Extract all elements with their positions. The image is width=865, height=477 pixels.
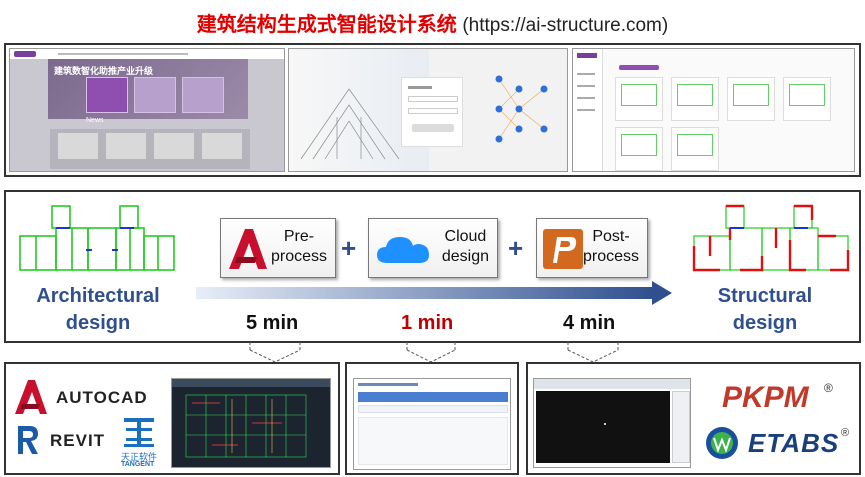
tangent-logo-icon bbox=[124, 418, 154, 447]
banner-headline: 建筑数智化助推产业升级 bbox=[54, 67, 154, 77]
cloud-app-screenshot bbox=[353, 378, 511, 470]
etabs-logo-icon bbox=[706, 427, 738, 459]
title-url: (https://ai-structure.com) bbox=[462, 15, 669, 36]
cloud-label-line1: Cloud bbox=[444, 228, 487, 245]
structural-plan-drawing bbox=[692, 204, 850, 272]
cloud-icon bbox=[377, 237, 429, 263]
autocad-icon bbox=[229, 229, 267, 269]
page-title: 建筑结构生成式智能设计系统 (https://ai-structure.com) bbox=[0, 8, 865, 37]
cloud-design-step: Cloud design bbox=[368, 218, 498, 278]
etabs-registered-mark: ® bbox=[841, 427, 850, 439]
website-navbar bbox=[10, 49, 284, 59]
sidebar bbox=[573, 49, 603, 171]
cloud-design-time: 1 min bbox=[401, 312, 454, 334]
postprocess-label-line2: process bbox=[582, 248, 639, 265]
postprocess-label-line1: Post- bbox=[592, 228, 630, 245]
plus-sign-1: + bbox=[341, 233, 357, 263]
structural-label-line1: Structural bbox=[717, 285, 813, 307]
architectural-label-line1: Architectural bbox=[36, 285, 160, 307]
cloud-design-label: Cloud design bbox=[442, 227, 489, 267]
pkpm-p-icon bbox=[543, 229, 583, 269]
website-home-screenshot: 建筑数智化助推产业升级 News bbox=[9, 48, 285, 172]
website-logo bbox=[14, 51, 36, 57]
etabs-brand: ETABS bbox=[748, 428, 840, 458]
pkpm-registered-mark: ® bbox=[824, 381, 833, 395]
architectural-design-label: Architectural design bbox=[18, 283, 178, 337]
pkpm-brand: PKPM bbox=[722, 381, 809, 414]
cad-drawing-screenshot bbox=[171, 378, 331, 468]
login-screenshot bbox=[288, 48, 568, 172]
postprocess-time: 4 min bbox=[563, 312, 616, 334]
flow-arrow bbox=[196, 287, 654, 299]
autocad-brand: AUTOCAD bbox=[56, 388, 148, 407]
title-chinese: 建筑结构生成式智能设计系统 bbox=[196, 12, 457, 36]
revit-logo-icon bbox=[18, 426, 38, 454]
postprocess-label: Post- process bbox=[583, 227, 639, 267]
preprocess-label: Pre- process bbox=[271, 227, 327, 267]
login-card bbox=[401, 77, 463, 147]
preprocess-step: Pre- process bbox=[220, 218, 336, 278]
structural-label-line2: design bbox=[732, 312, 798, 334]
preprocess-label-line1: Pre- bbox=[283, 228, 315, 245]
analysis-software-screenshot bbox=[533, 378, 691, 468]
news-heading: News bbox=[86, 117, 104, 124]
project-list-screenshot bbox=[572, 48, 855, 172]
flow-arrow-head bbox=[652, 281, 672, 305]
revit-brand: REVIT bbox=[50, 431, 106, 450]
cad-plan-lines bbox=[172, 379, 330, 458]
preprocess-label-line2: process bbox=[270, 248, 327, 265]
architectural-label-line2: design bbox=[65, 312, 131, 334]
structural-design-label: Structural design bbox=[690, 283, 840, 337]
dashed-connectors bbox=[249, 342, 619, 363]
tangent-brand-en: TANGENT bbox=[121, 461, 155, 468]
preprocess-time: 5 min bbox=[246, 312, 299, 334]
postprocess-step: Post- process bbox=[536, 218, 648, 278]
cloud-label-line2: design bbox=[441, 248, 489, 265]
plus-sign-2: + bbox=[508, 233, 524, 263]
autocad-logo-icon bbox=[15, 380, 47, 414]
architectural-plan-drawing bbox=[19, 205, 175, 271]
